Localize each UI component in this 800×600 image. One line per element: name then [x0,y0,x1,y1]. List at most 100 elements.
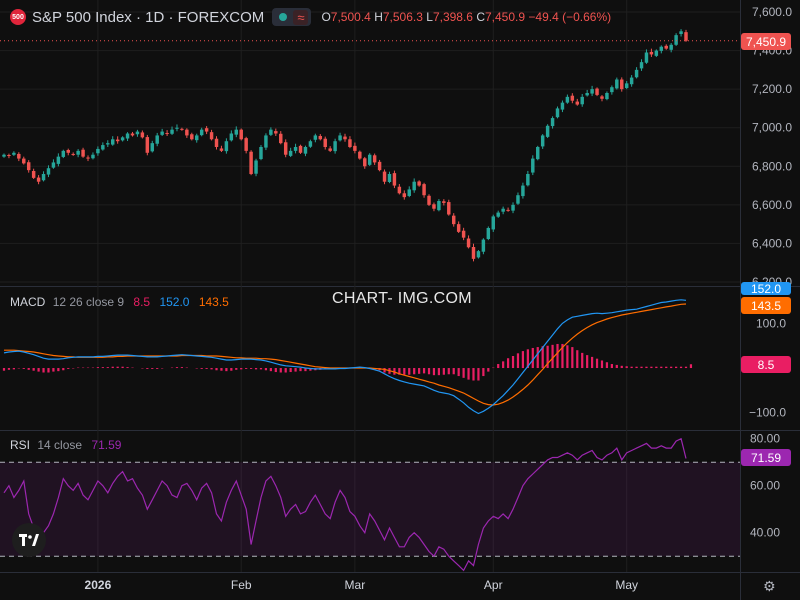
ohlc-high: 7,506.3 [382,10,423,24]
price-axis-tick: 7,600.0 [752,5,792,19]
candle-body [516,195,520,204]
candle-body [7,155,11,157]
ohlc-open: 7,500.4 [330,10,371,24]
candle-body [536,147,540,160]
time-axis-tick: May [615,578,638,592]
candle-body [269,129,273,135]
macd-badge: 152.0 [741,282,791,296]
candle-body [585,93,589,96]
candle-body [570,95,575,101]
candle-body [545,125,550,137]
candle-body [620,79,624,90]
candle-body [402,193,407,198]
candle-body [639,62,644,69]
candle-body [234,129,239,135]
candle-body [195,135,199,141]
candle-body [531,158,535,173]
candle-body [180,128,184,130]
candle-body [397,186,402,194]
candle-body [26,162,31,171]
candle-body [2,154,6,157]
candle-body [456,224,461,232]
candle-body [422,184,426,196]
candle-body [437,201,441,211]
candle-body [323,138,327,147]
candle-body [427,195,431,205]
time-axis-tick: Apr [484,578,503,592]
candle-body [175,127,179,129]
candle-body [338,135,342,141]
watermark: CHART- IMG.COM [332,290,472,307]
candle-body [496,212,500,217]
ohlc-close: 7,450.9 [485,10,526,24]
candle-body [61,150,66,157]
candle-body [106,143,110,145]
macd-value: 152.0 [159,295,190,309]
ohlc-low-key: L [426,10,433,24]
symbol-title[interactable]: S&P 500 Index · 1D · FOREXCOM [32,9,264,26]
price-axis-tick: 7,000.0 [752,121,792,135]
wave-icon: ≈ [293,9,309,25]
rsi-axis-tick: 60.00 [750,479,780,493]
candle-body [130,133,135,136]
ohlc-change: −49.4 (−0.66%) [528,10,612,24]
candle-body [214,138,219,147]
candle-body [274,131,278,134]
candle-body [313,135,318,140]
candle-body [86,157,90,159]
candle-body [125,133,130,139]
candle-body [476,251,481,258]
candle-body [333,141,337,152]
candle-body [293,147,298,151]
candle-body [160,131,164,135]
macd-legend[interactable]: MACD 12 26 close 9 8.5 152.0 143.5 [10,295,229,309]
candle-body [491,216,495,230]
candle-body [115,139,120,142]
rsi-legend[interactable]: RSI 14 close 71.59 [10,438,121,452]
time-axis-tick: 2026 [85,578,112,592]
price-axis-tick: 7,200.0 [752,82,792,96]
candle-body [392,173,397,186]
candle-body [447,202,451,215]
candle-body [580,96,584,105]
candle-body [664,45,668,49]
candle-body [170,129,174,134]
macd-axis-tick: 100.0 [756,316,786,330]
candle-body [51,162,56,168]
candle-body [644,52,649,63]
candle-body [407,189,411,196]
candle-body [461,230,466,238]
candle-body [442,201,446,203]
candle-body [372,155,377,163]
rsi-axis-tick: 40.00 [750,526,780,540]
candle-body [120,137,125,141]
rsi-label: RSI [10,438,31,452]
candle-body [155,135,159,144]
candle-body [283,142,288,155]
time-axis-tick: Mar [345,578,366,592]
market-status-pill[interactable]: ≈ [272,8,312,26]
candle-body [595,88,599,95]
settings-gear-icon[interactable]: ⚙ [763,578,776,595]
candle-body [654,50,659,56]
candle-body [471,246,476,259]
candle-body [101,145,105,150]
candle-body [259,147,263,160]
candle-body [66,149,70,153]
candle-body [353,145,357,151]
candle-body [526,174,530,186]
candle-body [288,150,293,156]
candle-body [239,129,243,140]
candle-body [387,174,392,183]
candle-body [486,228,491,239]
candle-body [328,148,332,151]
candle-body [279,133,283,144]
candle-body [56,156,61,164]
candle-body [466,238,471,248]
candle-body [31,171,36,178]
tradingview-logo-icon[interactable] [12,523,46,557]
candle-body [318,136,323,140]
candle-body [600,96,604,99]
candle-body [629,77,634,85]
ohlc-high-key: H [374,10,383,24]
